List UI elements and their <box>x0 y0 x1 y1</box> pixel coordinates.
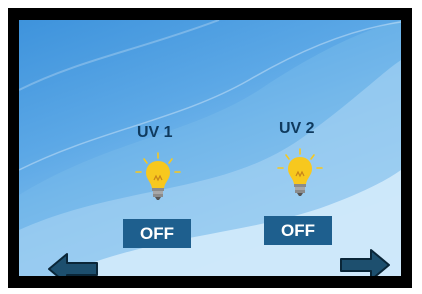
uv2-label: UV 2 <box>279 120 315 137</box>
uv2-lightbulb-icon <box>277 148 323 196</box>
background-waves <box>19 20 401 276</box>
device-frame: UV 1 OFF UV 2 OFF <box>8 8 412 288</box>
uv1-lightbulb-icon <box>135 152 181 200</box>
uv1-state-button[interactable]: OFF <box>123 219 191 248</box>
arrow-left-icon[interactable] <box>47 252 99 276</box>
uv-control-screen: UV 1 OFF UV 2 OFF <box>19 20 401 276</box>
uv1-label: UV 1 <box>137 124 173 141</box>
arrow-right-icon[interactable] <box>339 248 391 276</box>
uv2-state-button[interactable]: OFF <box>264 216 332 245</box>
